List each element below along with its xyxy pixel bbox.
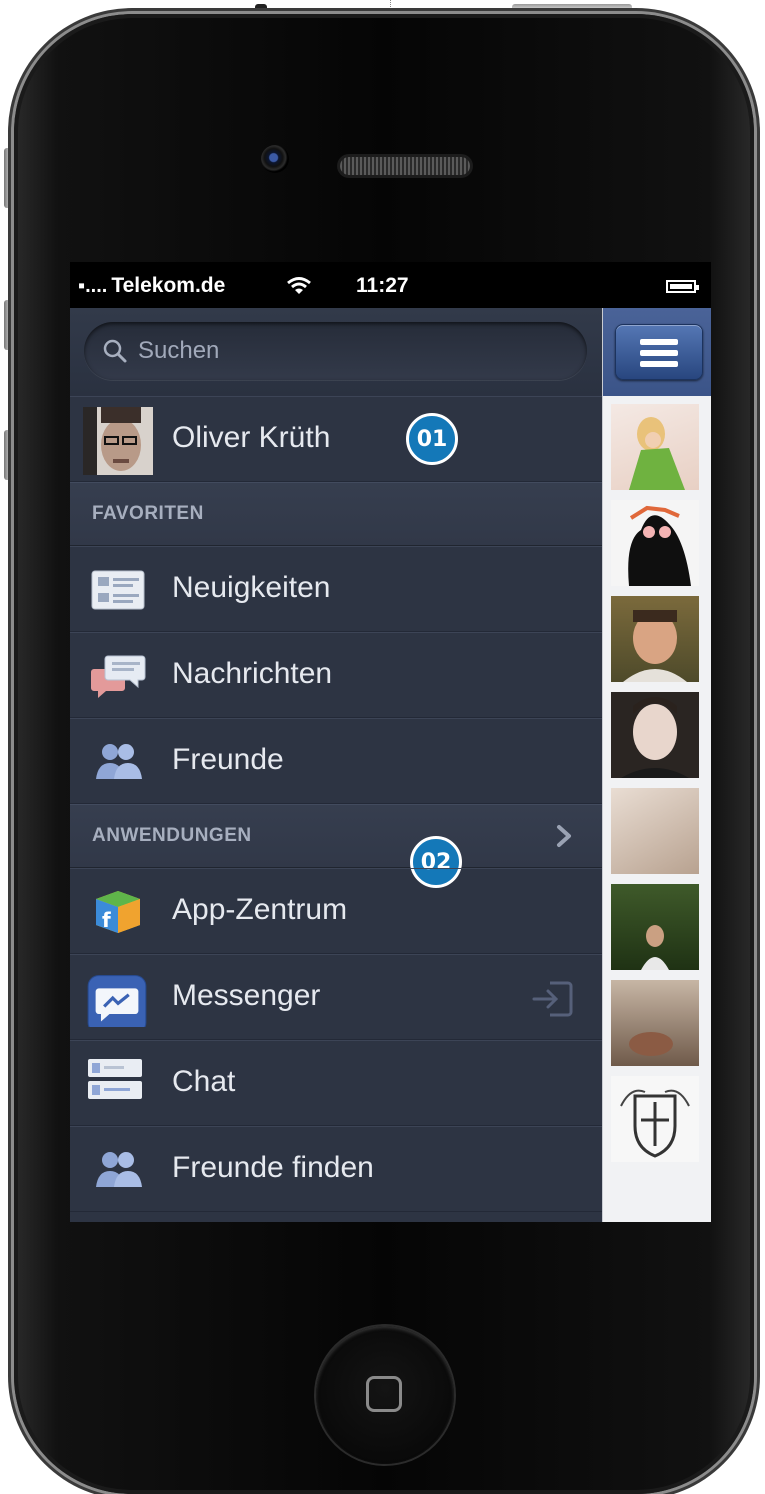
- menu-item-app-center[interactable]: f App-Zentrum: [70, 868, 602, 954]
- menu-icon-bar: [640, 350, 678, 356]
- app-center-icon: f: [96, 891, 140, 933]
- search-field[interactable]: [84, 322, 587, 380]
- friend-thumbnail[interactable]: [611, 404, 699, 490]
- friend-thumbnail[interactable]: [611, 884, 699, 970]
- profile-row[interactable]: Oliver Krüth 01: [70, 396, 602, 482]
- menu-item-label: Nachrichten: [172, 657, 333, 690]
- menu-item-label: Freunde finden: [172, 1151, 374, 1184]
- friend-thumbnail[interactable]: [611, 788, 699, 874]
- enter-app-icon[interactable]: [530, 979, 574, 1019]
- menu-item-find-friends[interactable]: Freunde finden: [70, 1126, 602, 1212]
- status-bar: ▪.... Telekom.de 11:27: [70, 262, 711, 308]
- friend-thumbnail[interactable]: [611, 500, 699, 586]
- menu-icon-bar: [640, 361, 678, 367]
- chevron-right-icon: [557, 825, 571, 847]
- search-icon: [103, 339, 127, 363]
- friend-thumbnail[interactable]: [611, 980, 699, 1066]
- sidebar-menu: Oliver Krüth 01 FAVORITEN Neuigkeiten: [70, 308, 602, 1222]
- menu-item-chat[interactable]: Chat: [70, 1040, 602, 1126]
- friend-thumbnail[interactable]: [611, 1076, 699, 1162]
- menu-button[interactable]: [615, 324, 703, 380]
- callout-badge-01: 01: [406, 413, 458, 465]
- section-favorites: FAVORITEN: [70, 482, 602, 546]
- chat-icon: [88, 1059, 142, 1099]
- search-bar: [70, 308, 602, 397]
- menu-item-label: Neuigkeiten: [172, 571, 331, 604]
- friend-thumbnail[interactable]: [611, 596, 699, 682]
- messenger-icon: [87, 975, 147, 1027]
- battery-icon: [666, 280, 699, 293]
- section-favorites-label: FAVORITEN: [92, 503, 204, 524]
- section-apps-label: ANWENDUNGEN: [92, 825, 252, 846]
- menu-item-label: Messenger: [172, 979, 321, 1012]
- home-button[interactable]: [316, 1326, 454, 1464]
- status-time: 11:27: [356, 274, 409, 297]
- menu-item-messages[interactable]: Nachrichten: [70, 632, 602, 718]
- menu-item-label: Freunde: [172, 743, 284, 776]
- carrier-name: Telekom.de: [111, 274, 226, 297]
- signal-strength-icon: ▪....: [78, 274, 108, 297]
- friends-rail: [602, 308, 711, 1222]
- messages-icon: [91, 655, 146, 698]
- friend-thumbnail[interactable]: [611, 692, 699, 778]
- search-input[interactable]: [136, 336, 540, 366]
- screen: ▪.... Telekom.de 11:27 Suchen Oliver Krü…: [70, 262, 711, 1222]
- nav-bar: [603, 308, 711, 396]
- menu-item-label: Chat: [172, 1065, 236, 1098]
- earpiece-speaker: [340, 157, 470, 175]
- wifi-icon: [287, 277, 311, 294]
- friends-icon: [96, 744, 142, 779]
- menu-item-friends[interactable]: Freunde: [70, 718, 602, 804]
- find-friends-icon: [96, 1152, 142, 1187]
- section-apps[interactable]: ANWENDUNGEN: [70, 804, 602, 868]
- menu-item-messenger[interactable]: Messenger: [70, 954, 602, 1040]
- svg-text:f: f: [102, 908, 111, 932]
- home-square-icon: [366, 1376, 402, 1412]
- news-feed-icon: [91, 570, 145, 610]
- menu-item-label: App-Zentrum: [172, 893, 348, 926]
- carrier-info: ▪.... Telekom.de: [78, 274, 225, 298]
- avatar: [83, 407, 153, 475]
- front-camera: [261, 145, 289, 173]
- menu-icon: [640, 339, 678, 345]
- profile-name: Oliver Krüth: [172, 421, 331, 454]
- menu-item-news-feed[interactable]: Neuigkeiten: [70, 546, 602, 632]
